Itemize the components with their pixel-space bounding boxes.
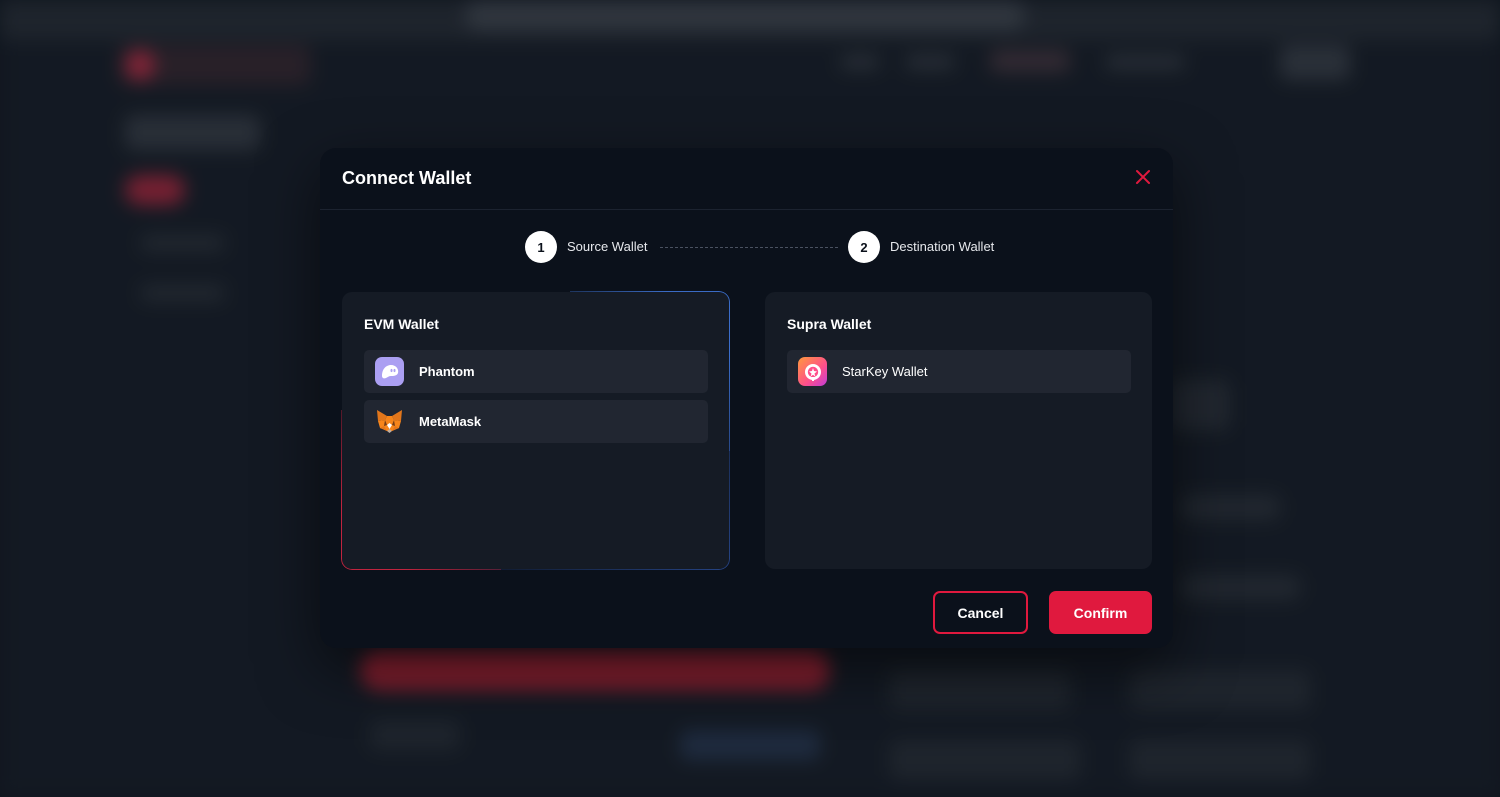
phantom-ghost-icon [375,357,404,386]
wallet-option-starkey[interactable]: StarKey Wallet [787,350,1131,393]
supra-wallet-title: Supra Wallet [787,316,872,332]
stepper: 1 Source Wallet 2 Destination Wallet [525,231,1005,263]
step-1-label: Source Wallet [567,239,648,254]
wallet-name: MetaMask [419,414,482,429]
metamask-fox-icon [375,407,404,436]
wallet-option-metamask[interactable]: MetaMask [364,400,708,443]
starkey-icon [798,357,827,386]
step-1-number: 1 [525,231,557,263]
step-2-label: Destination Wallet [890,239,995,254]
evm-wallet-panel: EVM Wallet Phantom MetaMask [341,291,730,570]
wallet-name: Phantom [419,364,475,379]
wallet-name: StarKey Wallet [842,364,928,379]
step-connector [660,247,838,248]
modal-header: Connect Wallet [320,148,1173,210]
cancel-button[interactable]: Cancel [933,591,1028,634]
modal-title: Connect Wallet [342,168,472,188]
confirm-button[interactable]: Confirm [1049,591,1152,634]
connect-wallet-modal: Connect Wallet 1 Source Wallet 2 Destina… [320,148,1173,648]
close-button[interactable] [1131,165,1155,189]
step-2-number: 2 [848,231,880,263]
close-icon [1136,170,1150,184]
supra-wallet-panel: Supra Wallet StarKey Wallet [765,292,1152,569]
evm-wallet-title: EVM Wallet [364,316,439,332]
wallet-option-phantom[interactable]: Phantom [364,350,708,393]
